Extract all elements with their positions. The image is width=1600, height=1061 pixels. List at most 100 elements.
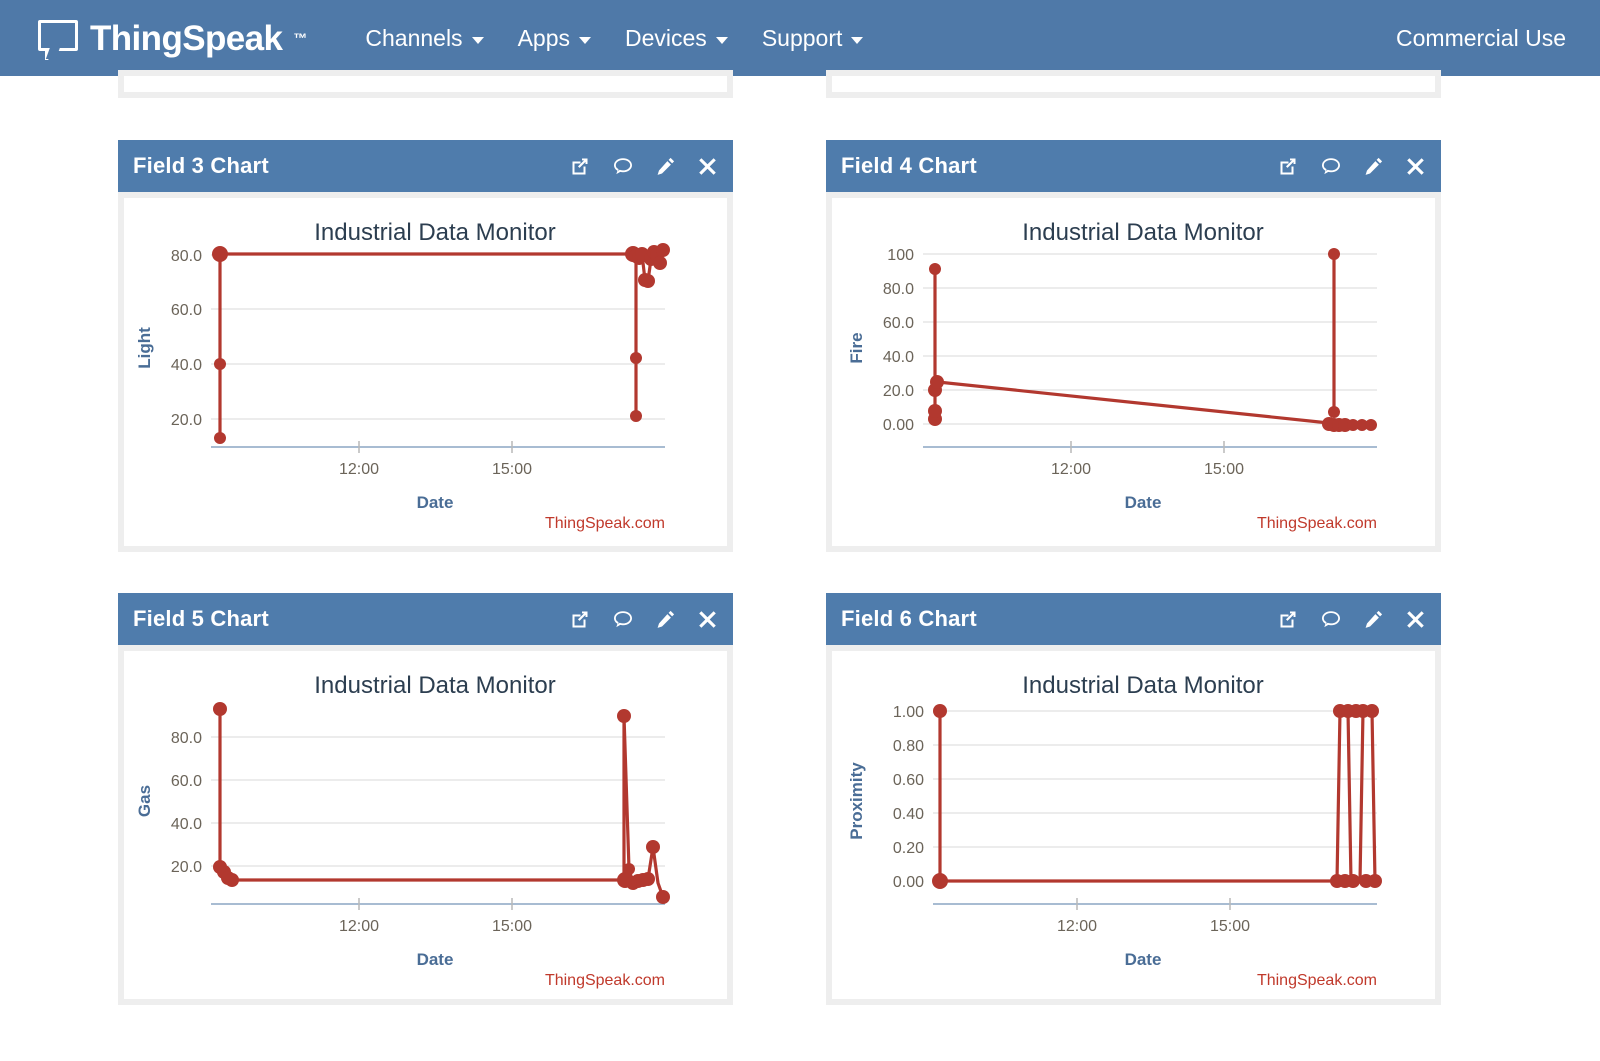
chart-field6[interactable]: Industrial Data Monitor 0.00 0.20 0.40 0 — [832, 651, 1435, 999]
svg-text:20.0: 20.0 — [171, 412, 202, 429]
ytick-labels-field5: 20.0 40.0 60.0 80.0 — [171, 730, 202, 876]
nav-label-channels: Channels — [365, 24, 463, 51]
card-partial-field1 — [118, 70, 733, 98]
chart-field5[interactable]: Industrial Data Monitor 20.0 40.0 60.0 8… — [124, 651, 727, 999]
card-field6: Field 6 Chart Industrial Data Monitor 0.… — [826, 593, 1441, 1005]
dashboard-content: Field 3 Chart Industrial Data Monitor 20… — [0, 70, 1600, 1061]
close-icon[interactable] — [1406, 610, 1425, 629]
edit-icon[interactable] — [1364, 609, 1384, 629]
comment-icon[interactable] — [1320, 609, 1342, 629]
edit-icon[interactable] — [656, 156, 676, 176]
comment-icon[interactable] — [1320, 156, 1342, 176]
card-title-field3: Field 3 Chart — [133, 153, 269, 178]
nav-item-devices[interactable]: Devices — [625, 25, 728, 52]
svg-text:12:00: 12:00 — [339, 918, 379, 935]
svg-text:20.0: 20.0 — [883, 383, 914, 400]
chevron-down-icon — [471, 36, 484, 44]
xtick-labels-field3: 12:00 15:00 — [339, 461, 532, 478]
xtick-labels-field6: 12:00 15:00 — [1057, 918, 1250, 935]
main-nav: Channels Apps Devices Support — [365, 24, 864, 52]
svg-text:40.0: 40.0 — [171, 357, 202, 374]
chevron-down-icon — [579, 36, 591, 44]
card-actions-field4 — [1278, 156, 1425, 176]
chevron-down-icon — [851, 36, 864, 44]
svg-text:80.0: 80.0 — [883, 281, 914, 298]
ytick-labels-field4: 0.00 20.0 40.0 60.0 80.0 100 — [883, 247, 914, 434]
x-axis-label-field6: Date — [1125, 950, 1162, 969]
x-axis-label-field5: Date — [417, 950, 454, 969]
card-title-field5: Field 5 Chart — [133, 606, 269, 631]
svg-text:0.00: 0.00 — [883, 417, 914, 434]
y-axis-label-field6: Proximity — [847, 762, 866, 840]
svg-text:0.80: 0.80 — [893, 738, 924, 755]
export-icon[interactable] — [570, 156, 590, 176]
watermark-field6: ThingSpeak.com — [1257, 972, 1377, 989]
markers-field3 — [212, 243, 670, 444]
svg-text:40.0: 40.0 — [171, 816, 202, 833]
svg-text:15:00: 15:00 — [492, 461, 532, 478]
comment-icon[interactable] — [612, 609, 634, 629]
series-field4 — [933, 252, 1375, 427]
comment-icon[interactable] — [612, 156, 634, 176]
markers-field6 — [932, 704, 1382, 889]
xtick-labels-field4: 12:00 15:00 — [1051, 461, 1244, 478]
chart-field4[interactable]: Industrial Data Monitor 0.00 20.0 40.0 6 — [832, 198, 1435, 546]
svg-text:60.0: 60.0 — [171, 302, 202, 319]
edit-icon[interactable] — [1364, 156, 1384, 176]
svg-text:0.20: 0.20 — [893, 840, 924, 857]
card-header-field5: Field 5 Chart — [118, 593, 733, 645]
chart-title-field6: Industrial Data Monitor — [1022, 672, 1263, 699]
export-icon[interactable] — [570, 609, 590, 629]
chart-title-field5: Industrial Data Monitor — [314, 672, 555, 699]
svg-text:15:00: 15:00 — [492, 918, 532, 935]
export-icon[interactable] — [1278, 609, 1298, 629]
gridlines-field3 — [211, 254, 665, 420]
watermark-field3: ThingSpeak.com — [545, 515, 665, 532]
nav-item-apps[interactable]: Apps — [518, 25, 591, 52]
close-icon[interactable] — [1406, 157, 1425, 176]
svg-text:60.0: 60.0 — [883, 315, 914, 332]
nav-label-apps: Apps — [517, 24, 570, 51]
svg-text:12:00: 12:00 — [339, 461, 379, 478]
card-header-field4: Field 4 Chart — [826, 140, 1441, 192]
svg-text:100: 100 — [887, 247, 914, 264]
svg-text:0.40: 0.40 — [893, 806, 924, 823]
gridlines-field6 — [933, 710, 1377, 882]
card-header-field3: Field 3 Chart — [118, 140, 733, 192]
gridlines-field4 — [923, 253, 1377, 425]
chart-field3[interactable]: Industrial Data Monitor 20.0 40.0 60.0 8… — [124, 198, 727, 546]
card-actions-field3 — [570, 156, 717, 176]
card-body-field5: Industrial Data Monitor 20.0 40.0 60.0 8… — [124, 651, 727, 999]
nav-item-channels[interactable]: Channels — [365, 24, 484, 52]
card-title-field6: Field 6 Chart — [841, 606, 977, 631]
edit-icon[interactable] — [656, 609, 676, 629]
svg-text:0.60: 0.60 — [893, 772, 924, 789]
xtick-labels-field5: 12:00 15:00 — [339, 918, 532, 935]
brand-name: ThingSpeak — [90, 18, 283, 58]
thingspeak-logo[interactable]: ThingSpeak ™ — [38, 18, 308, 60]
trademark-symbol: ™ — [293, 30, 308, 46]
card-field4: Field 4 Chart Industrial Data Monitor 0.… — [826, 140, 1441, 552]
gridlines-field5 — [211, 736, 665, 867]
watermark-field5: ThingSpeak.com — [545, 972, 665, 989]
close-icon[interactable] — [698, 610, 717, 629]
card-body-field3: Industrial Data Monitor 20.0 40.0 60.0 8… — [124, 198, 727, 546]
chart-title-field4: Industrial Data Monitor — [1022, 219, 1263, 246]
x-axis-label-field4: Date — [1125, 493, 1162, 512]
nav-item-support[interactable]: Support — [762, 25, 864, 52]
export-icon[interactable] — [1278, 156, 1298, 176]
y-axis-label-field5: Gas — [135, 785, 154, 817]
chevron-down-icon — [715, 36, 728, 44]
svg-text:15:00: 15:00 — [1204, 461, 1244, 478]
svg-text:60.0: 60.0 — [171, 773, 202, 790]
svg-text:1.00: 1.00 — [893, 704, 924, 721]
nav-item-commercial-use[interactable]: Commercial Use — [1396, 25, 1566, 52]
ytick-labels-field6: 0.00 0.20 0.40 0.60 0.80 1.00 — [893, 704, 924, 891]
chart-title-field3: Industrial Data Monitor — [314, 219, 555, 246]
series-field3 — [218, 248, 667, 440]
svg-text:20.0: 20.0 — [171, 859, 202, 876]
markers-field5 — [213, 702, 670, 904]
svg-text:80.0: 80.0 — [171, 248, 202, 265]
close-icon[interactable] — [698, 157, 717, 176]
card-actions-field5 — [570, 609, 717, 629]
